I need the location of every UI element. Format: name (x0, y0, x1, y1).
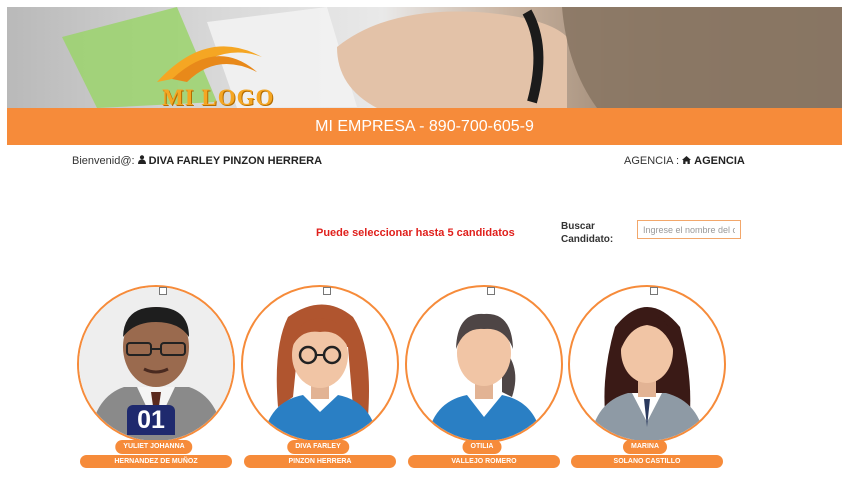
selection-notice: Puede seleccionar hasta 5 candidatos (316, 227, 515, 239)
candidate-photo[interactable] (568, 285, 726, 443)
candidate-last-name: HERNANDEZ DE MUÑOZ (80, 455, 232, 468)
candidate-last-name: SOLANO CASTILLO (571, 455, 723, 468)
company-bar: MI EMPRESA - 890-700-605-9 (7, 108, 842, 145)
agency-line: AGENCIA : AGENCIA (624, 155, 745, 167)
candidate-last-name: VALLEJO ROMERO (408, 455, 560, 468)
header-banner: MI LOGO (7, 7, 842, 108)
user-icon (137, 155, 149, 167)
candidate-checkbox[interactable] (323, 287, 331, 295)
candidate-first-name: MARINA (623, 440, 667, 454)
candidate-photo[interactable] (405, 285, 563, 443)
logo: MI LOGO (162, 85, 275, 108)
candidate-photo[interactable] (241, 285, 399, 443)
candidate-checkbox[interactable] (650, 287, 658, 295)
candidate-card[interactable]: DIVA FARLEY PINZON HERRERA (241, 285, 399, 469)
home-icon (682, 155, 694, 167)
welcome-label: Bienvenid@: (72, 155, 135, 167)
candidate-checkbox[interactable] (487, 287, 495, 295)
candidate-photo[interactable]: 01 (77, 285, 235, 443)
candidate-last-name: PINZON HERRERA (244, 455, 396, 468)
search-input[interactable] (637, 220, 741, 239)
search-label: Buscar Candidato: (561, 221, 614, 245)
candidate-number-badge: 01 (127, 405, 175, 435)
welcome-line: Bienvenid@: DIVA FARLEY PINZON HERRERA (72, 155, 322, 167)
candidate-first-name: OTILIA (462, 440, 502, 454)
candidate-card[interactable]: MARINA SOLANO CASTILLO (568, 285, 726, 469)
company-title: MI EMPRESA - 890-700-605-9 (315, 117, 534, 135)
candidate-card[interactable]: OTILIA VALLEJO ROMERO (405, 285, 563, 469)
candidate-first-name: DIVA FARLEY (287, 440, 349, 454)
agency-name: AGENCIA (694, 155, 745, 167)
banner-photo (62, 7, 842, 108)
candidate-checkbox[interactable] (159, 287, 167, 295)
candidate-first-name: YULIET JOHANNA (115, 440, 193, 454)
agency-label: AGENCIA : (624, 155, 680, 167)
candidate-card[interactable]: 01 YULIET JOHANNA HERNANDEZ DE MUÑOZ (77, 285, 235, 469)
user-name: DIVA FARLEY PINZON HERRERA (148, 155, 323, 167)
